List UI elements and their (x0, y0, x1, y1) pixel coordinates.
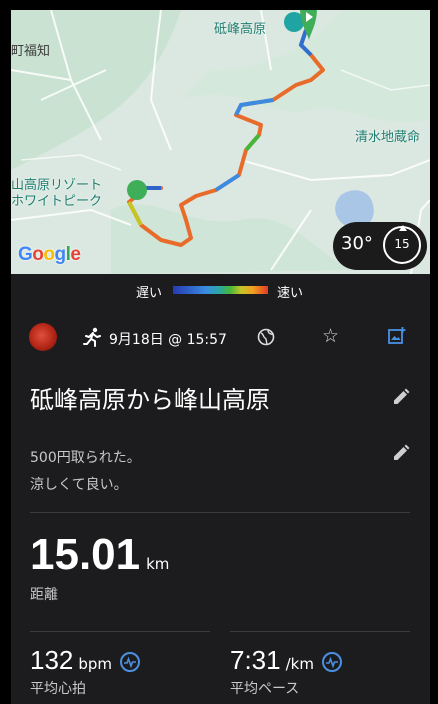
screen-edge-left (0, 0, 11, 704)
route-map[interactable]: 町福知 砥峰高原 清水地蔵命 山高原リゾート ホワイトピーク Google 30… (11, 10, 430, 274)
heart-rate-value: 132 (30, 645, 74, 675)
avatar[interactable] (29, 323, 57, 351)
screen-edge-right (430, 0, 438, 704)
pace-zone-icon[interactable] (321, 652, 342, 672)
start-marker (127, 180, 147, 200)
globe-icon[interactable] (257, 328, 275, 346)
heart-rate-zone-icon[interactable] (120, 652, 141, 672)
distance-label: 距離 (30, 587, 58, 603)
map-label-resort: 山高原リゾート ホワイトピーク (11, 178, 102, 210)
divider (30, 512, 410, 513)
google-logo: Google (18, 244, 81, 265)
legend-fast-label: 速い (277, 286, 304, 301)
pace-stat[interactable]: 7:31/km (230, 645, 342, 676)
edit-description-icon[interactable] (392, 444, 410, 462)
favorite-star-icon[interactable]: ☆ (322, 325, 339, 347)
activity-screen: 町福知 砥峰高原 清水地蔵命 山高原リゾート ホワイトピーク Google 30… (0, 0, 438, 704)
legend-gradient-bar (173, 286, 268, 294)
distance-stat: 15.01 km (30, 530, 169, 580)
activity-toolbar: 9月18日 @ 15:57 ☆ (11, 320, 430, 356)
heart-rate-stat[interactable]: 132 bpm (30, 645, 141, 676)
edit-title-icon[interactable] (392, 388, 410, 406)
weather-badge: 30° 15 (333, 222, 427, 270)
divider (30, 631, 210, 632)
activity-description-line1: 500円取られた。 (30, 450, 141, 466)
legend-slow-label: 遅い (136, 286, 163, 301)
heart-rate-label: 平均心拍 (30, 681, 86, 697)
distance-unit: km (146, 555, 170, 573)
temperature-value: 30° (341, 233, 373, 254)
wind-speed-value: 15 (394, 237, 410, 251)
wind-icon: 15 (383, 225, 421, 264)
heart-rate-unit: bpm (78, 655, 113, 673)
add-photo-icon[interactable] (388, 327, 406, 345)
map-label-summit: 砥峰高原 (214, 22, 267, 37)
pace-legend: 遅い 速い (11, 274, 430, 304)
wind-direction-arrow-icon (399, 225, 407, 231)
map-label-town: 町福知 (11, 44, 51, 59)
distance-value: 15.01 (30, 530, 141, 579)
map-label-resort-line1: 山高原リゾート (11, 178, 103, 193)
status-bar (0, 0, 438, 10)
activity-description-line2: 涼しくて良い。 (30, 477, 128, 493)
activity-title: 砥峰高原から峰山高原 (30, 386, 270, 414)
pace-value: 7:31 (230, 645, 281, 675)
divider (230, 631, 410, 632)
map-label-shimizu: 清水地蔵命 (355, 130, 421, 145)
pace-label: 平均ペース (230, 681, 300, 697)
map-label-resort-line2: ホワイトピーク (11, 194, 103, 209)
running-icon (83, 327, 101, 347)
pace-unit: /km (285, 655, 314, 673)
activity-date: 9月18日 @ 15:57 (109, 332, 227, 348)
